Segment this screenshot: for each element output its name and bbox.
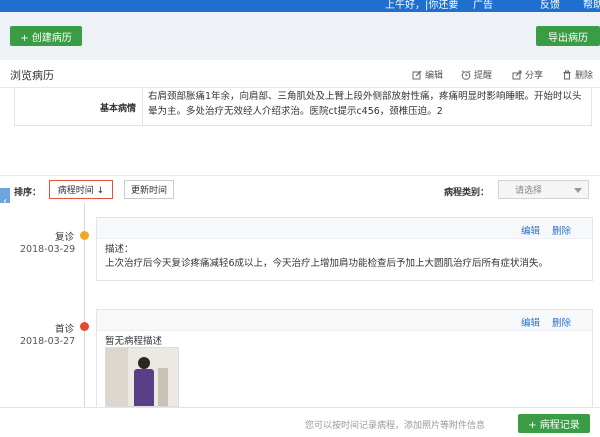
description-label: 描述： [105,244,134,255]
course-timeline: 复诊 2018-03-29 编辑 删除 描述： 上次治疗后今天复诊疼痛减轻6成以… [0,203,600,407]
add-course-record-button[interactable]: + 病程记录 [518,414,590,433]
create-record-button[interactable]: + 创建病历 [10,26,82,46]
sort-by-course-time-button[interactable]: 病程时间 ↓ [49,180,113,199]
footer-hint: 您可以按时间记录病程，添加照片等附件信息 [305,421,486,431]
category-label: 病程类别： [444,188,490,198]
category-select[interactable]: 请选择 [498,180,589,199]
edit-link[interactable]: 编辑 [521,223,540,237]
patient-photo-image [106,348,178,406]
record-info-panel: 基本病情 右肩颈部胀痛1年余，向肩部、三角肌处及上臂上段外侧部放射性痛，疼痛明显… [0,88,600,175]
basic-condition-text: 右肩颈部胀痛1年余，向肩部、三角肌处及上臂上段外侧部放射性痛，疼痛明显时影响睡眠… [148,91,582,117]
card-header: 编辑 删除 [97,218,592,239]
ad-menu[interactable]: 广告 [473,0,493,11]
top-nav-bar: 上午好，|你还要 广告 反馈 帮助 [0,0,600,12]
timeline-dot [80,322,89,331]
delete-link[interactable]: 删除 [552,315,571,329]
category-placeholder: 请选择 [515,186,543,196]
timeline-entry-card: 编辑 删除 描述： 上次治疗后今天复诊疼痛减轻6成以上，今天治疗上增加肩功能检查… [96,217,593,281]
sort-label: 排序： [14,188,42,198]
edit-link[interactable]: 编辑 [521,315,540,329]
entry-date: 2018-03-29 [20,244,76,255]
footer-bar: 您可以按时间记录病程，添加照片等附件信息 + 病程记录 [0,407,600,437]
edit-icon [412,70,422,79]
edit-label: 编辑 [425,71,444,81]
description-text: 上次治疗后今天复诊疼痛减轻6成以上，今天治疗上增加肩功能检查后予加上大圆肌治疗后… [105,258,549,269]
entry-date: 2018-03-27 [20,336,76,347]
remind-label: 提醒 [474,71,493,81]
remind-action[interactable]: 提醒 [461,68,492,81]
sort-by-update-time-button[interactable]: 更新时间 [124,180,174,199]
greeting-text[interactable]: 上午好，|你还要 [385,0,458,11]
delete-label: 删除 [575,71,594,81]
help-link[interactable]: 帮助 [583,0,600,11]
share-icon [512,70,522,79]
attachment-photo[interactable] [105,347,179,407]
basic-condition-box: 基本病情 右肩颈部胀痛1年余，向肩部、三角肌处及上臂上段外侧部放射性痛，疼痛明显… [14,88,592,126]
delete-link[interactable]: 删除 [552,223,571,237]
clock-icon [461,69,471,80]
export-records-button[interactable]: 导出病历 [536,26,600,46]
action-bar: + 创建病历 导出病历 [0,12,600,60]
entry-type: 复诊 [55,232,75,243]
trash-icon [563,70,571,79]
sort-bar: 排序： 病程时间 ↓ 更新时间 病程类别： 请选择 [0,175,600,203]
card-body: 描述： 上次治疗后今天复诊疼痛减轻6成以上，今天治疗上增加肩功能检查后予加上大圆… [97,239,592,275]
share-label: 分享 [525,71,544,81]
timeline-entry-card: 编辑 删除 暂无病程描述 [96,309,593,407]
page-header: 浏览病历 编辑 提醒 分享 删除 [0,60,600,88]
feedback-link[interactable]: 反馈 [540,0,560,11]
delete-action[interactable]: 删除 [562,68,593,81]
share-action[interactable]: 分享 [512,68,543,81]
edit-action[interactable]: 编辑 [412,68,443,81]
entry-type: 首诊 [55,324,75,335]
timeline-dot [80,231,89,240]
basic-condition-label: 基本病情 [15,88,143,126]
chevron-down-icon [574,188,582,193]
page-title: 浏览病历 [10,69,54,82]
card-header: 编辑 删除 [97,310,592,331]
